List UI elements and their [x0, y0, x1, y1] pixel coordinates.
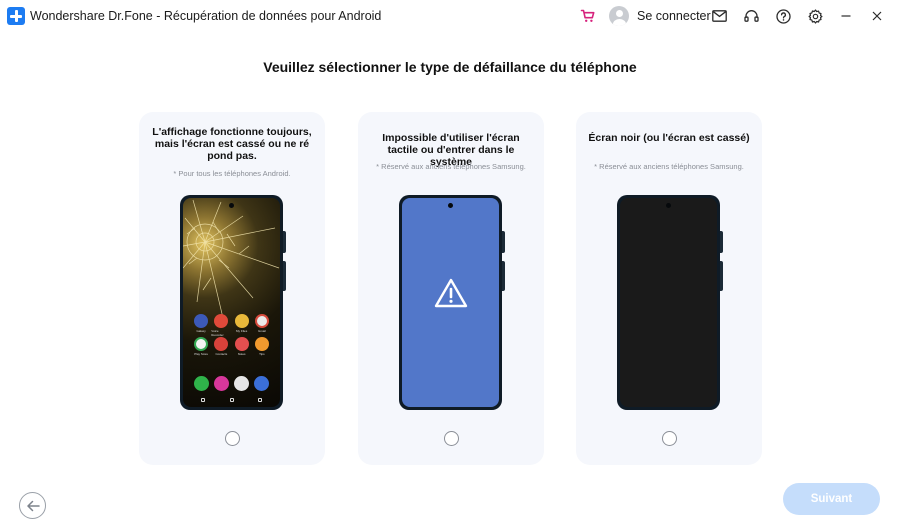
page-title: Veuillez sélectionner le type de défaill… — [263, 59, 637, 75]
phone-screen-blue — [402, 198, 499, 407]
contacts-app-icon — [214, 337, 229, 351]
app-item: Gmail — [252, 314, 272, 333]
phone-side-button — [502, 261, 505, 291]
app-item: Galaxy — [191, 314, 211, 333]
home-dock — [191, 376, 272, 391]
app-item: My Files — [232, 314, 252, 333]
option-radio-broken-screen[interactable] — [225, 431, 240, 446]
gmail-app-icon — [254, 314, 269, 328]
phone-app-icon — [193, 376, 209, 391]
tips-app-icon — [254, 337, 269, 351]
arrow-left-icon — [26, 500, 40, 511]
option-note: * Réservé aux anciens téléphones Samsung… — [376, 162, 526, 171]
notes-app-icon — [234, 337, 249, 351]
option-card-black-screen[interactable]: Écran noir (ou l'écran est cassé) * Rése… — [576, 112, 762, 465]
folder-app-icon — [234, 314, 249, 328]
phone-screen-cracked: Galaxy Voice Recorder My Files Gmail Pla… — [183, 198, 280, 407]
warning-icon — [434, 278, 468, 308]
app-logo — [7, 7, 25, 25]
headset-icon[interactable] — [741, 6, 761, 26]
option-title: Écran noir (ou l'écran est cassé) — [588, 132, 750, 144]
voice-recorder-app-icon — [214, 314, 229, 328]
close-icon[interactable] — [867, 6, 887, 26]
phone-side-button — [720, 231, 723, 253]
option-note: * Pour tous les téléphones Android. — [173, 169, 291, 178]
title-bar: Wondershare Dr.Fone - Récupération de do… — [0, 0, 900, 32]
back-button[interactable] — [19, 492, 46, 519]
front-camera — [448, 203, 453, 208]
option-card-touch-unusable[interactable]: Impossible d'utiliser l'écran tactile ou… — [358, 112, 544, 465]
option-note: * Réservé aux anciens téléphones Samsung… — [594, 162, 744, 171]
option-radio-touch-unusable[interactable] — [444, 431, 459, 446]
camera-app-icon — [234, 376, 250, 391]
app-item: Notes — [232, 337, 252, 356]
next-button[interactable]: Suivant — [783, 483, 880, 515]
cart-icon[interactable] — [578, 6, 598, 26]
app-item: Play Store — [191, 337, 211, 356]
app-item: Voice Recorder — [211, 314, 231, 337]
help-icon[interactable] — [773, 6, 793, 26]
front-camera — [229, 203, 234, 208]
phone-side-button — [720, 261, 723, 291]
front-camera — [666, 203, 671, 208]
messages-app-icon — [254, 376, 270, 391]
galaxy-app-icon — [194, 314, 209, 328]
option-radio-black-screen[interactable] — [662, 431, 677, 446]
phone-side-button — [283, 231, 286, 253]
avatar[interactable] — [609, 6, 629, 26]
option-card-broken-screen[interactable]: L'affichage fonctionne toujours, mais l'… — [139, 112, 325, 465]
app-item: Tips — [252, 337, 272, 356]
phone-screen-black — [620, 198, 717, 407]
phone-side-button — [283, 261, 286, 291]
app-item: Contacts — [211, 337, 231, 356]
phone-illustration-cracked: Galaxy Voice Recorder My Files Gmail Pla… — [180, 195, 286, 410]
phone-illustration-black — [617, 195, 723, 410]
play-store-app-icon — [194, 337, 209, 351]
home-app-grid: Galaxy Voice Recorder My Files Gmail Pla… — [191, 314, 272, 356]
option-title: L'affichage fonctionne toujours, mais l'… — [152, 126, 312, 162]
phone-side-button — [502, 231, 505, 253]
gallery-app-icon — [213, 376, 229, 391]
minimize-icon[interactable] — [836, 6, 856, 26]
login-link[interactable]: Se connecter — [637, 9, 711, 23]
nav-bar — [201, 398, 262, 402]
gear-icon[interactable] — [805, 6, 825, 26]
app-title: Wondershare Dr.Fone - Récupération de do… — [30, 9, 382, 23]
phone-illustration-warning — [399, 195, 505, 410]
mail-icon[interactable] — [709, 6, 729, 26]
